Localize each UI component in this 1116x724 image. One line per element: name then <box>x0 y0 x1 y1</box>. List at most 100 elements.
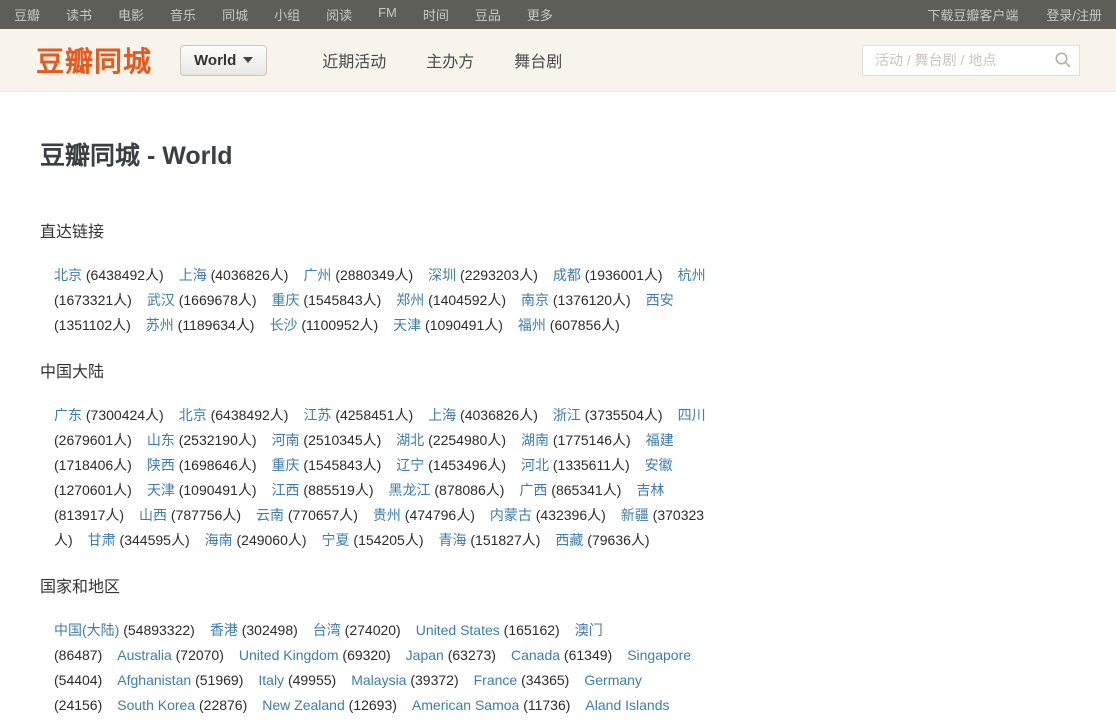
topbar-link[interactable]: 豆品 <box>475 5 501 24</box>
place-count: (885519人) <box>300 482 374 498</box>
place-link[interactable]: Japan <box>406 647 444 663</box>
place-count: (3735504人) <box>581 407 663 423</box>
place-link[interactable]: 陕西 <box>147 457 175 473</box>
place-link[interactable]: South Korea <box>117 697 195 713</box>
place-link[interactable]: 杭州 <box>678 267 706 283</box>
location-sections: 直达链接北京 (6438492人)上海 (4036826人)广州 (288034… <box>40 218 1076 724</box>
place-link[interactable]: 云南 <box>256 507 284 523</box>
topbar-link[interactable]: 时间 <box>423 5 449 24</box>
topbar-link[interactable]: 豆瓣 <box>14 5 40 24</box>
place-link-item: New Zealand (12693) <box>262 697 397 713</box>
place-link[interactable]: 广东 <box>54 407 82 423</box>
place-link[interactable]: 上海 <box>428 407 456 423</box>
topbar-link[interactable]: 音乐 <box>170 5 196 24</box>
place-link[interactable]: 海南 <box>205 532 233 548</box>
place-link[interactable]: 台湾 <box>313 622 341 638</box>
search-icon[interactable] <box>1054 51 1072 69</box>
place-link[interactable]: 重庆 <box>272 457 300 473</box>
place-count: (1718406人) <box>54 457 132 473</box>
place-link[interactable]: 浙江 <box>553 407 581 423</box>
topbar-link[interactable]: 小组 <box>274 5 300 24</box>
header-nav-link[interactable]: 近期活动 <box>322 48 386 72</box>
place-link[interactable]: 成都 <box>553 267 581 283</box>
search-input[interactable] <box>862 45 1080 76</box>
place-link[interactable]: Afghanistan <box>117 672 191 688</box>
place-link[interactable]: 深圳 <box>428 267 456 283</box>
place-link[interactable]: 山西 <box>139 507 167 523</box>
place-link[interactable]: 贵州 <box>373 507 401 523</box>
place-link[interactable]: 广西 <box>519 482 547 498</box>
place-link[interactable]: Malaysia <box>351 672 406 688</box>
place-link[interactable]: 吉林 <box>636 482 664 498</box>
place-link[interactable]: 青海 <box>438 532 466 548</box>
place-link[interactable]: 北京 <box>54 267 82 283</box>
place-link[interactable]: 山东 <box>147 432 175 448</box>
place-link[interactable]: American Samoa <box>412 697 519 713</box>
topbar-link[interactable]: 电影 <box>118 5 144 24</box>
place-link[interactable]: France <box>474 672 518 688</box>
place-link[interactable]: 南京 <box>521 292 549 308</box>
place-link[interactable]: Singapore <box>627 647 691 663</box>
place-link[interactable]: United Kingdom <box>239 647 339 663</box>
place-link[interactable]: 江苏 <box>303 407 331 423</box>
topbar-link[interactable]: 阅读 <box>326 5 352 24</box>
place-count: (4036826人) <box>456 407 538 423</box>
place-link-item: 青海 (151827人) <box>438 532 540 548</box>
place-link[interactable]: 甘肃 <box>88 532 116 548</box>
place-count: (878086人) <box>430 482 504 498</box>
place-link[interactable]: 武汉 <box>147 292 175 308</box>
place-link[interactable]: New Zealand <box>262 697 345 713</box>
header-nav-link[interactable]: 主办方 <box>426 48 474 72</box>
place-link[interactable]: 湖北 <box>396 432 424 448</box>
place-link[interactable]: 四川 <box>678 407 706 423</box>
login-register-link[interactable]: 登录/注册 <box>1046 5 1102 24</box>
place-link[interactable]: 内蒙古 <box>490 507 532 523</box>
topbar-link[interactable]: 读书 <box>66 5 92 24</box>
city-selector-button[interactable]: World <box>180 45 267 76</box>
douban-events-logo[interactable]: 豆瓣同城 <box>36 40 152 80</box>
place-link[interactable]: 黑龙江 <box>388 482 430 498</box>
topbar-link[interactable]: 更多 <box>527 5 553 24</box>
place-link[interactable]: 河南 <box>272 432 300 448</box>
topbar-link[interactable]: 同城 <box>222 5 248 24</box>
place-link[interactable]: 重庆 <box>272 292 300 308</box>
place-link-item: France (34365) <box>474 672 570 688</box>
place-link[interactable]: 长沙 <box>269 317 297 333</box>
place-link[interactable]: 福州 <box>518 317 546 333</box>
place-link-item: Canada (61349) <box>511 647 612 663</box>
place-link[interactable]: 安徽 <box>645 457 673 473</box>
place-link[interactable]: 北京 <box>179 407 207 423</box>
place-link[interactable]: Australia <box>117 647 171 663</box>
place-link[interactable]: 西藏 <box>555 532 583 548</box>
place-link[interactable]: 天津 <box>147 482 175 498</box>
place-link[interactable]: Italy <box>258 672 284 688</box>
place-link-item: 广东 (7300424人) <box>54 407 164 423</box>
place-link-item: 深圳 (2293203人) <box>428 267 538 283</box>
place-link[interactable]: 中国(大陆) <box>54 622 119 638</box>
place-link[interactable]: Aland Islands <box>585 697 669 713</box>
place-link[interactable]: 河北 <box>521 457 549 473</box>
topbar-link[interactable]: FM <box>378 5 397 24</box>
place-link[interactable]: Canada <box>511 647 560 663</box>
place-link[interactable]: 澳门 <box>575 622 603 638</box>
place-link-item: 河北 (1335611人) <box>521 457 630 473</box>
place-link[interactable]: 江西 <box>272 482 300 498</box>
place-link[interactable]: 香港 <box>210 622 238 638</box>
place-link[interactable]: 福建 <box>646 432 674 448</box>
page-title: 豆瓣同城 - World <box>40 136 1076 172</box>
download-client-link[interactable]: 下载豆瓣客户端 <box>927 5 1018 24</box>
place-link[interactable]: United States <box>416 622 500 638</box>
place-link[interactable]: 广州 <box>303 267 331 283</box>
place-link[interactable]: 上海 <box>179 267 207 283</box>
place-link[interactable]: 湖南 <box>521 432 549 448</box>
place-link[interactable]: 天津 <box>393 317 421 333</box>
place-link[interactable]: 新疆 <box>621 507 649 523</box>
place-link[interactable]: 宁夏 <box>322 532 350 548</box>
place-count: (1936001人) <box>581 267 663 283</box>
place-link[interactable]: 苏州 <box>146 317 174 333</box>
place-link[interactable]: Germany <box>584 672 642 688</box>
header-nav-link[interactable]: 舞台剧 <box>514 48 562 72</box>
place-link[interactable]: 郑州 <box>396 292 424 308</box>
place-link[interactable]: 西安 <box>646 292 674 308</box>
place-link[interactable]: 辽宁 <box>396 457 424 473</box>
